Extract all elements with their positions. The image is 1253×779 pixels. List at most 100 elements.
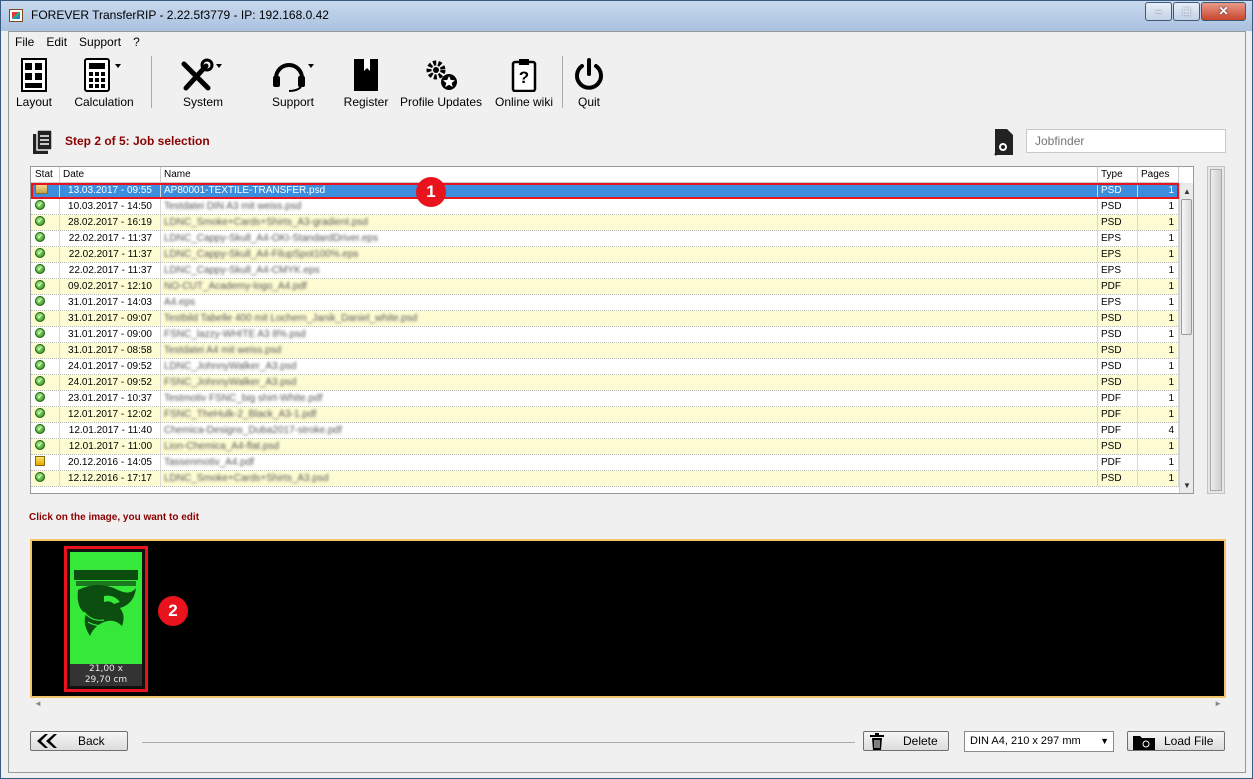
row-status [31,343,60,358]
support-button[interactable]: Support [265,56,321,109]
table-row[interactable]: 24.01.2017 - 09:52LDNC_JohnnyWalker_A3.p… [31,359,1179,375]
row-pages: 1 [1138,183,1179,198]
row-type: PSD [1098,327,1138,342]
row-pages: 1 [1138,455,1179,470]
row-pages: 1 [1138,343,1179,358]
delete-label: Delete [903,734,938,748]
row-type: PDF [1098,407,1138,422]
close-button[interactable]: ✕ [1201,2,1246,21]
row-name-text: Testdatei A4 mit weiss.psd [164,345,282,356]
row-pages: 1 [1138,199,1179,214]
row-pages: 1 [1138,359,1179,374]
col-type[interactable]: Type [1098,167,1138,183]
documents-icon [31,129,55,158]
menu-support[interactable]: Support [79,35,121,49]
table-row[interactable]: 13.03.2017 - 09:55 AP80001-TEXTILE-TRANSF… [31,183,1179,199]
col-date[interactable]: Date [60,167,161,183]
col-pages[interactable]: Pages [1138,167,1179,183]
jobfinder-input[interactable] [1026,129,1226,153]
tools-icon [175,56,231,92]
toolbar: Layout Calculation System Support Regist… [9,52,1245,112]
maximize-button[interactable]: □ [1173,2,1200,21]
status-ok-icon [35,471,45,485]
table-row[interactable]: 22.02.2017 - 11:37LDNC_Cappy-Skull_A4-Fi… [31,247,1179,263]
double-chevron-left-icon [37,734,57,748]
menu-edit[interactable]: Edit [46,35,67,49]
table-scrollbar[interactable]: ▲ ▼ [1179,183,1193,493]
row-name: NO-CUT_Academy-logo_A4.pdf [161,279,1098,294]
calculation-button[interactable]: Calculation [71,56,137,109]
size-width: 21,00 x [89,664,123,674]
table-row[interactable]: 20.12.2016 - 14:05 Tassenmotiv_A4.pdf PDF 1 [31,455,1179,471]
table-row[interactable]: 12.12.2016 - 17:17LDNC_Smoke+Cards+Shirt… [31,471,1179,487]
status-ok-icon [35,391,45,405]
status-ok-icon [35,375,45,389]
row-pages: 1 [1138,231,1179,246]
row-type: PSD [1098,311,1138,326]
system-button[interactable]: System [175,56,231,109]
menu-help[interactable]: ? [133,35,140,49]
row-date: 22.02.2017 - 11:37 [60,231,161,246]
row-type: PDF [1098,279,1138,294]
table-row[interactable]: 12.01.2017 - 11:40Chemica-Designs_Duba20… [31,423,1179,439]
load-file-button[interactable]: Load File [1127,731,1225,751]
status-ok-icon [35,263,45,277]
layout-button[interactable]: Layout [13,56,55,109]
row-status [31,391,60,406]
row-status [31,199,60,214]
table-row[interactable]: 31.01.2017 - 08:58Testdatei A4 mit weiss… [31,343,1179,359]
status-ok-icon [35,343,45,357]
quit-button[interactable]: Quit [569,56,609,109]
table-row[interactable]: 22.02.2017 - 11:37LDNC_Cappy-Skull_A4-OK… [31,231,1179,247]
callout-badge-2: 2 [158,596,188,626]
row-name-text: NO-CUT_Academy-logo_A4.pdf [164,281,307,292]
status-ok-icon [35,359,45,373]
preview-scrollbar[interactable]: ◄ ► [30,699,1226,713]
back-button[interactable]: Back [30,731,128,751]
table-row[interactable]: 31.01.2017 - 14:03A4.eps EPS1 [31,295,1179,311]
scroll-down-icon[interactable]: ▼ [1180,479,1193,493]
row-date: 31.01.2017 - 08:58 [60,343,161,358]
row-status [31,215,60,230]
online-wiki-button[interactable]: ? Online wiki [491,56,557,109]
status-ok-icon [35,295,45,309]
outer-scroll-thumb[interactable] [1210,169,1222,491]
delete-button[interactable]: Delete [863,731,949,751]
row-pages: 1 [1138,279,1179,294]
col-name[interactable]: Name [161,167,1098,183]
size-height: 29,70 cm [84,675,128,685]
menu-file[interactable]: File [15,35,34,49]
table-row[interactable]: 12.01.2017 - 11:00Lion-Chemica_A4-flat.p… [31,439,1179,455]
row-status [31,471,60,486]
profile-updates-button[interactable]: Profile Updates [399,56,483,109]
scroll-thumb[interactable] [1181,199,1192,335]
table-row[interactable]: 12.01.2017 - 12:02FSNC_TheHulk-2_Black_A… [31,407,1179,423]
row-name-text: FSNC_JohnnyWalker_A3.psd [164,377,297,388]
col-stat[interactable]: Stat [31,167,60,183]
table-row[interactable]: 23.01.2017 - 10:37Testmotiv FSNC_big shi… [31,391,1179,407]
job-table: Stat Date Name Type Pages 13.03.2017 - 0… [30,166,1194,494]
row-pages: 1 [1138,215,1179,230]
scroll-right-icon[interactable]: ► [1214,699,1222,708]
scroll-left-icon[interactable]: ◄ [34,699,42,708]
row-status [31,247,60,262]
status-ok-icon [35,247,45,261]
table-row[interactable]: 31.01.2017 - 09:00FSNC_lazzy-WHITE A3 8%… [31,327,1179,343]
quit-label: Quit [577,95,600,109]
table-row[interactable]: 10.03.2017 - 14:50Testdatei DIN A3 mit w… [31,199,1179,215]
table-row[interactable]: 24.01.2017 - 09:52FSNC_JohnnyWalker_A3.p… [31,375,1179,391]
table-row[interactable]: 09.02.2017 - 12:10NO-CUT_Academy-logo_A4… [31,279,1179,295]
table-row[interactable]: 22.02.2017 - 11:37LDNC_Cappy-Skull_A4-CM… [31,263,1179,279]
format-dropdown[interactable]: DIN A4, 210 x 297 mm ▼ [964,731,1114,752]
table-row[interactable]: 28.02.2017 - 16:19LDNC_Smoke+Cards+Shirt… [31,215,1179,231]
row-date: 12.01.2017 - 11:00 [60,439,161,454]
table-row[interactable]: 31.01.2017 - 09:07Testbild Tabelle 400 m… [31,311,1179,327]
register-button[interactable]: Register [341,56,391,109]
image-thumbnail[interactable]: 21,00 x 29,70 cm [64,546,148,692]
row-date: 31.01.2017 - 09:07 [60,311,161,326]
scroll-up-icon[interactable]: ▲ [1180,185,1193,199]
row-status [31,407,60,422]
minimize-button[interactable]: – [1145,2,1172,21]
outer-scrollbar[interactable] [1207,166,1225,494]
row-name: Testdatei A4 mit weiss.psd [161,343,1098,358]
